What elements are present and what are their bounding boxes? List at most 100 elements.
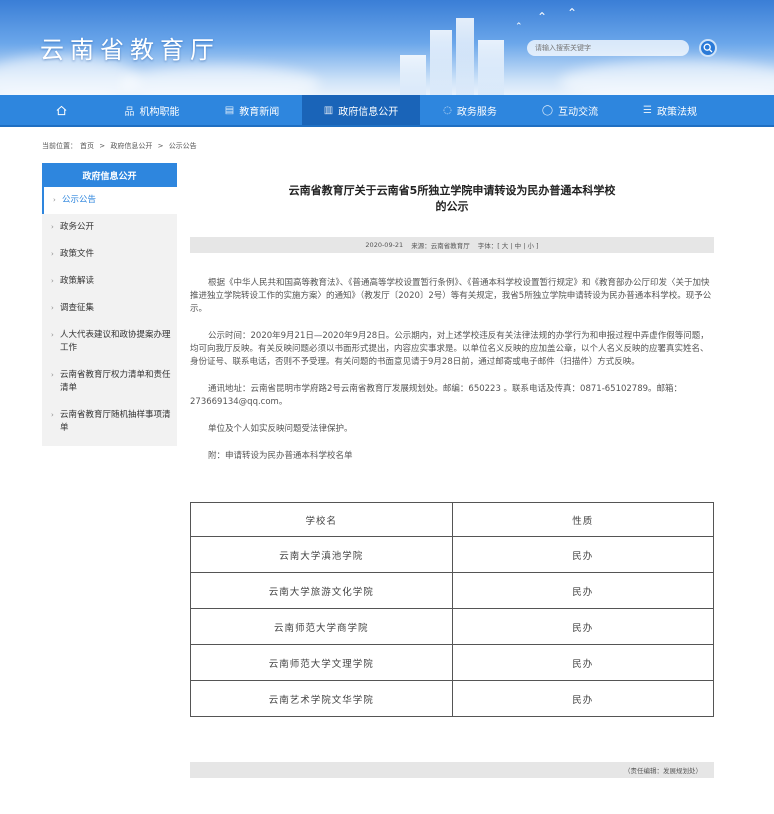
school-type-cell: 民办 <box>451 680 714 717</box>
school-name-cell: 云南艺术学院文华学院 <box>190 680 453 717</box>
table-header-row: 学校名 性质 <box>190 502 714 537</box>
nav-label: 政府信息公开 <box>338 106 399 118</box>
school-type-cell: 民办 <box>451 572 714 609</box>
nav-gov-services[interactable]: ◌ 政务服务 <box>420 95 520 125</box>
breadcrumb-separator: > <box>157 142 164 150</box>
chat-icon: ◯ <box>541 104 554 116</box>
article-title-line: 的公示 <box>435 200 469 213</box>
school-list-table: 学校名 性质 云南大学滇池学院 民办 云南大学旅游文化学院 民办 云南师范大学商… <box>190 502 714 717</box>
breadcrumb-current[interactable]: 公示公告 <box>169 142 197 150</box>
service-icon: ◌ <box>443 104 452 116</box>
sidebar-item-label: 政策解读 <box>60 276 95 286</box>
cloud-decoration <box>560 60 774 95</box>
article: 云南省教育厅关于云南省5所独立学院申请转设为民办普通本科学校 的公示 2020-… <box>190 183 714 463</box>
article-title-line: 云南省教育厅关于云南省5所独立学院申请转设为民办普通本科学校 <box>288 184 616 197</box>
nav-home[interactable] <box>40 95 82 125</box>
list-icon: ☰ <box>643 104 652 116</box>
home-icon <box>56 105 66 115</box>
building-decoration <box>456 18 474 95</box>
nav-label: 机构职能 <box>139 106 180 118</box>
table-row: 云南师范大学商学院 民办 <box>190 608 714 645</box>
table-header-type: 性质 <box>451 502 714 537</box>
sidebar-item-policy-docs[interactable]: › 政策文件 <box>42 241 177 268</box>
chevron-right-icon: › <box>51 223 54 231</box>
header-banner: ⌃ ⌃ ⌃ 云南省教育厅 <box>0 0 774 95</box>
source-value: 云南省教育厅 <box>430 242 470 250</box>
attachment-note: 附：申请转设为民办普通本科学校名单 <box>208 451 353 461</box>
building-decoration <box>430 30 452 95</box>
school-type-cell: 民办 <box>451 644 714 681</box>
cloud-decoration <box>120 65 320 95</box>
school-name-cell: 云南师范大学商学院 <box>190 608 453 645</box>
sidebar-item-random-sampling[interactable]: › 云南省教育厅随机抽样事项清单 <box>42 402 177 442</box>
chevron-right-icon: › <box>51 331 54 339</box>
sidebar: 政府信息公开 › 公示公告 › 政务公开 › 政策文件 › 政策解读 › 调查征… <box>42 163 177 446</box>
nav-gov-info[interactable]: ▥ 政府信息公开 <box>302 95 420 125</box>
building-icon: ▥ <box>323 104 334 116</box>
sidebar-item-power-list[interactable]: › 云南省教育厅权力清单和责任清单 <box>42 362 177 402</box>
article-paragraph: 单位及个人如实反映问题受法律保护。 <box>208 424 353 434</box>
table-row: 云南师范大学文理学院 民办 <box>190 644 714 681</box>
article-paragraph: 通讯地址：云南省昆明市学府路2号云南省教育厅发展规划处。邮编：650223 。联… <box>190 384 683 407</box>
sidebar-item-label: 云南省教育厅随机抽样事项清单 <box>60 410 171 433</box>
breadcrumb: 当前位置： 首页 > 政府信息公开 > 公示公告 <box>42 141 200 151</box>
sidebar-item-announcements[interactable]: › 公示公告 <box>42 187 177 214</box>
sidebar-item-policy-interpretation[interactable]: › 政策解读 <box>42 268 177 295</box>
table-row: 云南大学滇池学院 民办 <box>190 536 714 573</box>
site-title: 云南省教育厅 <box>40 36 220 64</box>
nav-education-news[interactable]: ▤ 教育新闻 <box>202 95 302 125</box>
breadcrumb-gov-info[interactable]: 政府信息公开 <box>110 142 152 150</box>
table-header-school: 学校名 <box>190 502 453 537</box>
school-name-cell: 云南师范大学文理学院 <box>190 644 453 681</box>
sidebar-item-label: 政策文件 <box>60 249 95 259</box>
font-size-switcher[interactable]: [ 大 | 中 | 小 ] <box>497 240 538 250</box>
chevron-right-icon: › <box>51 304 54 312</box>
org-icon: 品 <box>124 106 135 118</box>
building-decoration <box>400 55 426 95</box>
sidebar-item-label: 调查征集 <box>60 303 95 313</box>
source-label: 来源： <box>411 242 431 250</box>
school-name-cell: 云南大学旅游文化学院 <box>190 572 453 609</box>
breadcrumb-separator: > <box>99 142 106 150</box>
building-decoration <box>478 40 504 95</box>
article-paragraph: 根据《中华人民共和国高等教育法》、《普通高等学校设置暂行条例》、《普通本科学校设… <box>190 278 712 314</box>
nav-label: 教育新闻 <box>239 106 280 118</box>
search-icon <box>703 43 713 53</box>
search-button[interactable] <box>699 39 717 57</box>
breadcrumb-home[interactable]: 首页 <box>80 142 94 150</box>
responsible-editor: （责任编辑：发展规划处） <box>624 767 702 775</box>
main-nav: 品 机构职能 ▤ 教育新闻 ▥ 政府信息公开 ◌ 政务服务 ◯ 互动交流 ☰ 政… <box>0 95 774 127</box>
breadcrumb-prefix: 当前位置： <box>42 142 77 150</box>
table-row: 云南艺术学院文华学院 民办 <box>190 680 714 717</box>
nav-interaction[interactable]: ◯ 互动交流 <box>520 95 620 125</box>
article-meta-bar: 2020-09-21 来源： 云南省教育厅 字体：[ 大 | 中 | 小 ] <box>190 237 714 253</box>
sidebar-item-label: 人大代表建议和政协提案办理工作 <box>60 330 171 353</box>
sidebar-title: 政府信息公开 <box>42 163 177 187</box>
chevron-right-icon: › <box>51 250 54 258</box>
sidebar-item-label: 公示公告 <box>62 195 97 205</box>
article-paragraph: 公示时间：2020年9月21日—2020年9月28日。公示期内，对上述学校违反有… <box>190 331 709 367</box>
school-name-cell: 云南大学滇池学院 <box>190 536 453 573</box>
chevron-right-icon: › <box>51 371 54 379</box>
school-type-cell: 民办 <box>451 536 714 573</box>
nav-label: 政策法规 <box>656 106 697 118</box>
nav-org-functions[interactable]: 品 机构职能 <box>102 95 202 125</box>
table-row: 云南大学旅游文化学院 民办 <box>190 572 714 609</box>
publish-date: 2020-09-21 <box>365 241 404 249</box>
bird-icon: ⌃ <box>537 10 548 24</box>
nav-label: 互动交流 <box>558 106 599 118</box>
chevron-right-icon: › <box>51 411 54 419</box>
sidebar-item-surveys[interactable]: › 调查征集 <box>42 295 177 322</box>
search-input[interactable] <box>527 40 689 56</box>
school-type-cell: 民办 <box>451 608 714 645</box>
sidebar-item-label: 云南省教育厅权力清单和责任清单 <box>60 370 171 393</box>
font-size-label: 字体： <box>477 242 498 250</box>
sidebar-item-gov-affairs[interactable]: › 政务公开 <box>42 214 177 241</box>
sidebar-item-proposals[interactable]: › 人大代表建议和政协提案办理工作 <box>42 322 177 362</box>
article-title: 云南省教育厅关于云南省5所独立学院申请转设为民办普通本科学校 的公示 <box>190 183 714 215</box>
nav-label: 政务服务 <box>456 106 497 118</box>
nav-policy[interactable]: ☰ 政策法规 <box>620 95 720 125</box>
editor-bar: （责任编辑：发展规划处） <box>190 762 714 778</box>
chevron-right-icon: › <box>51 277 54 285</box>
news-icon: ▤ <box>224 104 235 116</box>
